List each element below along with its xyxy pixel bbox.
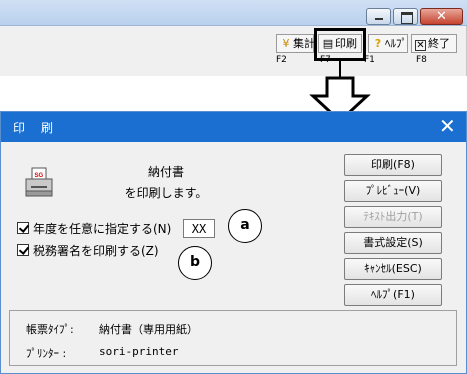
year-option-row[interactable]: 年度を任意に指定する(N)	[17, 222, 171, 238]
fkey-label-shukei: F2	[276, 55, 287, 65]
minimize-button[interactable]	[366, 8, 391, 25]
printer-label: ﾌﾟﾘﾝﾀｰ :	[26, 347, 67, 360]
print-button-highlight-box	[314, 28, 366, 61]
cancel-button[interactable]: ｷｬﾝｾﾙ(ESC)	[344, 258, 442, 280]
dialog-titlebar: 印刷 ✕	[1, 112, 466, 142]
exit-icon: ✕	[415, 40, 426, 51]
toolbar-shukei-label: 集計	[293, 37, 315, 50]
tax-office-option-row[interactable]: 税務署名を印刷する(Z)	[17, 244, 159, 260]
fkey-label-exit: F8	[416, 55, 427, 65]
year-checkbox[interactable]	[17, 222, 29, 234]
window-close-button[interactable]: ✕	[420, 8, 463, 25]
callout-a: a	[228, 209, 262, 243]
print-button[interactable]: 印刷(F8)	[344, 154, 442, 176]
form-info-box: 帳票ﾀｲﾌﾟ: 納付書（専用用紙） ﾌﾟﾘﾝﾀｰ : sori-printer	[9, 310, 457, 366]
text-output-button: ﾃｷｽﾄ出力(T)	[344, 206, 442, 228]
toolbar-shukei-button[interactable]: ¥ 集計	[276, 34, 315, 53]
document-name: 納付書	[147, 165, 184, 179]
year-option-label: 年度を任意に指定する(N)	[33, 222, 172, 236]
print-message: を印刷します。	[124, 186, 208, 200]
format-settings-button[interactable]: 書式設定(S)	[344, 232, 442, 254]
toolbar-help-label: ﾍﾙﾌﾟ	[385, 37, 407, 50]
tax-office-checkbox[interactable]	[17, 244, 29, 256]
main-window-fragment: ✕ ¥ 集計 ▤ 印刷 ? ﾍﾙﾌﾟ ✕ 終了 F2 F7 F1 F8	[0, 0, 467, 76]
toolbar-help-button[interactable]: ? ﾍﾙﾌﾟ	[368, 34, 408, 53]
toolbar-exit-label: 終了	[428, 37, 450, 50]
form-type-label: 帳票ﾀｲﾌﾟ:	[26, 323, 74, 336]
tally-icon: ¥	[282, 37, 290, 50]
tax-office-option-label: 税務署名を印刷する(Z)	[33, 244, 159, 258]
form-type-value: 納付書（専用用紙）	[99, 323, 198, 336]
callout-b: b	[178, 246, 212, 280]
help-icon: ?	[374, 37, 382, 50]
help-button[interactable]: ﾍﾙﾌﾟ(F1)	[344, 284, 442, 306]
year-input[interactable]	[183, 219, 215, 238]
maximize-button[interactable]	[393, 8, 418, 25]
dialog-close-icon[interactable]: ✕	[439, 115, 456, 137]
printer-value: sori-printer	[99, 345, 179, 358]
window-close-icon: ✕	[436, 9, 447, 24]
toolbar-exit-button[interactable]: ✕ 終了	[411, 34, 457, 53]
preview-button[interactable]: ﾌﾟﾚﾋﾞｭｰ(V)	[344, 180, 442, 202]
print-dialog: 印刷 ✕ SG 納付書 を印刷します。 年度を任意に指定する(N) a 税務署名…	[0, 111, 467, 374]
dialog-title: 印刷	[13, 121, 70, 135]
